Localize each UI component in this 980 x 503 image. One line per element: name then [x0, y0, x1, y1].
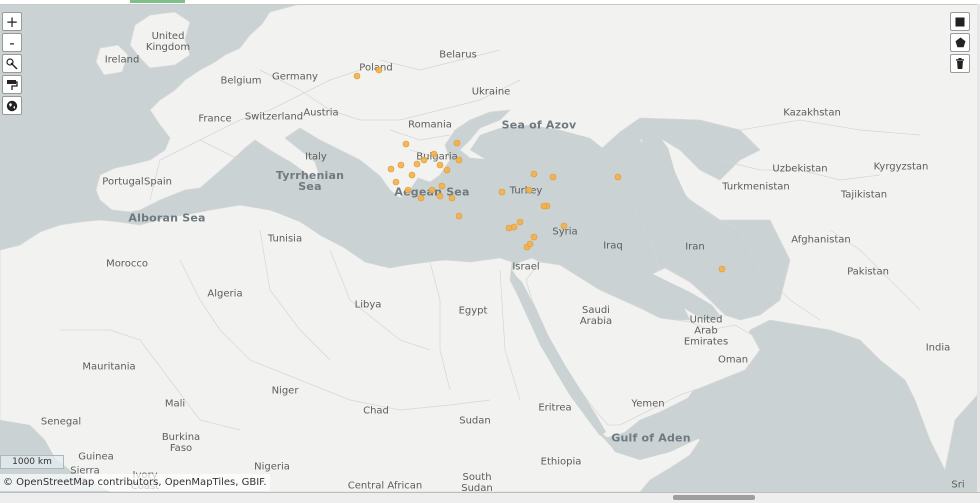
delete-shape-button[interactable] — [950, 54, 970, 73]
paint-roller-icon — [7, 79, 18, 90]
zoom-in-label: + — [5, 12, 19, 31]
scrollbar-thumb[interactable] — [673, 495, 755, 500]
scale-bar: 1000 km — [0, 455, 64, 469]
horizontal-scrollbar[interactable] — [0, 492, 980, 503]
occurrence-point[interactable] — [549, 173, 557, 181]
occurrence-point[interactable] — [530, 233, 538, 241]
occurrence-point[interactable] — [402, 140, 410, 148]
globe-button[interactable] — [2, 96, 22, 115]
globe-icon — [6, 100, 18, 111]
occurrence-point[interactable] — [516, 218, 524, 226]
occurrence-point[interactable] — [560, 222, 568, 230]
occurrence-point[interactable] — [413, 160, 421, 168]
zoom-in-button[interactable]: + — [2, 12, 22, 31]
occurrence-point[interactable] — [718, 265, 726, 273]
style-tool-button[interactable] — [2, 75, 22, 94]
zoom-out-button[interactable]: - — [2, 33, 22, 52]
occurrence-point[interactable] — [540, 202, 548, 210]
occurrence-point[interactable] — [438, 182, 446, 190]
occurrence-point[interactable] — [436, 161, 444, 169]
occurrence-point[interactable] — [408, 171, 416, 179]
draw-rectangle-button[interactable] — [950, 12, 970, 31]
occurrence-point[interactable] — [498, 188, 506, 196]
occurrence-point[interactable] — [505, 224, 513, 232]
map-attribution: © OpenStreetMap contributors, OpenMapTil… — [0, 474, 270, 491]
occurrence-point[interactable] — [443, 166, 451, 174]
cursor-select-icon — [6, 57, 18, 69]
occurrence-point[interactable] — [448, 194, 456, 202]
occurrence-point[interactable] — [455, 156, 463, 164]
occurrence-point[interactable] — [525, 186, 533, 194]
occurrence-point[interactable] — [387, 165, 395, 173]
occurrence-point[interactable] — [455, 212, 463, 220]
occurrence-point[interactable] — [392, 178, 400, 186]
square-icon — [955, 17, 965, 26]
zoom-out-label: - — [9, 33, 15, 52]
occurrence-point[interactable] — [530, 170, 538, 178]
occurrence-point[interactable] — [397, 161, 405, 169]
occurrence-point[interactable] — [420, 156, 428, 164]
occurrence-point[interactable] — [526, 240, 534, 248]
occurrence-point[interactable] — [436, 192, 444, 200]
pentagon-icon — [955, 37, 965, 48]
draw-polygon-button[interactable] — [950, 33, 970, 52]
occurrence-point[interactable] — [614, 173, 622, 181]
occurrence-points — [353, 66, 726, 273]
occurrence-point[interactable] — [375, 66, 383, 74]
select-tool-button[interactable] — [2, 54, 22, 73]
trash-icon — [956, 58, 964, 69]
occurrence-point[interactable] — [428, 186, 436, 194]
occurrence-point[interactable] — [453, 139, 461, 147]
map-view[interactable]: United Kingdom Ireland Belgium Germany Polan… — [0, 0, 980, 503]
occurrence-point[interactable] — [430, 150, 438, 158]
occurrence-point[interactable] — [404, 186, 412, 194]
occurrence-point[interactable] — [417, 194, 425, 202]
occurrence-point[interactable] — [353, 72, 361, 80]
